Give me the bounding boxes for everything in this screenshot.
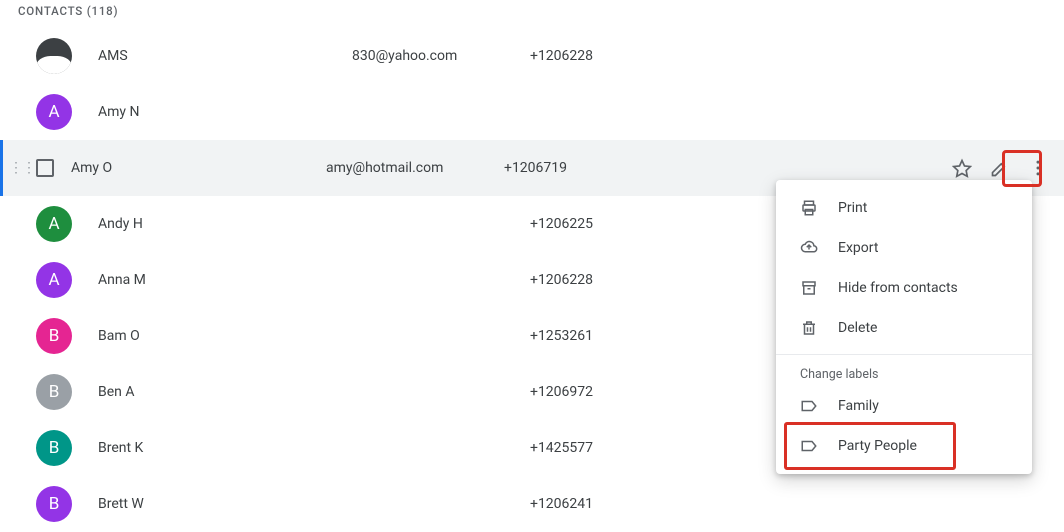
- contact-email: amy@hotmail.com: [326, 160, 504, 176]
- archive-icon: [800, 279, 818, 297]
- menu-label-text: Family: [838, 398, 879, 414]
- contact-name: Amy N: [98, 104, 352, 120]
- avatar: A: [36, 94, 72, 130]
- contact-name: Bam O: [98, 328, 352, 344]
- contact-name: Brett W: [98, 496, 352, 512]
- menu-section-label: Change labels: [776, 361, 1032, 386]
- contact-name: Andy H: [98, 216, 352, 232]
- contact-phone: +1206241: [530, 496, 1064, 512]
- contact-email: 830@yahoo.com: [352, 48, 530, 64]
- contact-name: Ben A: [98, 384, 352, 400]
- avatar: B: [36, 486, 72, 522]
- menu-export[interactable]: Export: [776, 228, 1032, 268]
- avatar: B: [36, 374, 72, 410]
- menu-label-text: Party People: [838, 438, 917, 454]
- edit-icon[interactable]: [988, 156, 1012, 180]
- more-icon[interactable]: [1026, 156, 1050, 180]
- contact-phone: +1206719: [504, 160, 950, 176]
- star-icon[interactable]: [950, 156, 974, 180]
- avatar: B: [36, 318, 72, 354]
- contact-phone: +1206228: [530, 48, 1064, 64]
- label-icon: [800, 437, 818, 455]
- contact-name: AMS: [98, 48, 352, 64]
- menu-delete-label: Delete: [838, 320, 877, 336]
- menu-print-label: Print: [838, 200, 867, 216]
- contacts-header: CONTACTS (118): [0, 0, 1064, 28]
- row-checkbox[interactable]: [27, 159, 63, 177]
- row-actions: [950, 156, 1064, 180]
- print-icon: [800, 199, 818, 217]
- contact-name: Anna M: [98, 272, 352, 288]
- menu-print[interactable]: Print: [776, 188, 1032, 228]
- menu-delete[interactable]: Delete: [776, 308, 1032, 348]
- contact-name: Brent K: [98, 440, 352, 456]
- menu-hide[interactable]: Hide from contacts: [776, 268, 1032, 308]
- trash-icon: [800, 319, 818, 337]
- label-icon: [800, 397, 818, 415]
- menu-export-label: Export: [838, 240, 878, 256]
- contact-name: Amy O: [71, 160, 326, 176]
- avatar: A: [36, 206, 72, 242]
- avatar: A: [36, 262, 72, 298]
- drag-handle-icon[interactable]: ⋮⋮: [9, 164, 21, 172]
- avatar: [36, 38, 72, 74]
- menu-hide-label: Hide from contacts: [838, 280, 958, 296]
- contact-row[interactable]: ⋮⋮AMS830@yahoo.com+1206228: [0, 28, 1064, 84]
- export-icon: [800, 239, 818, 257]
- menu-label-item[interactable]: Family: [776, 386, 1032, 426]
- contact-row[interactable]: ⋮⋮BBrett W+1206241: [0, 476, 1064, 532]
- menu-separator: [776, 354, 1032, 355]
- avatar: B: [36, 430, 72, 466]
- context-menu: Print Export Hide from contacts Delete C…: [776, 180, 1032, 474]
- contact-row[interactable]: ⋮⋮AAmy N: [0, 84, 1064, 140]
- menu-label-item[interactable]: Party People: [776, 426, 1032, 466]
